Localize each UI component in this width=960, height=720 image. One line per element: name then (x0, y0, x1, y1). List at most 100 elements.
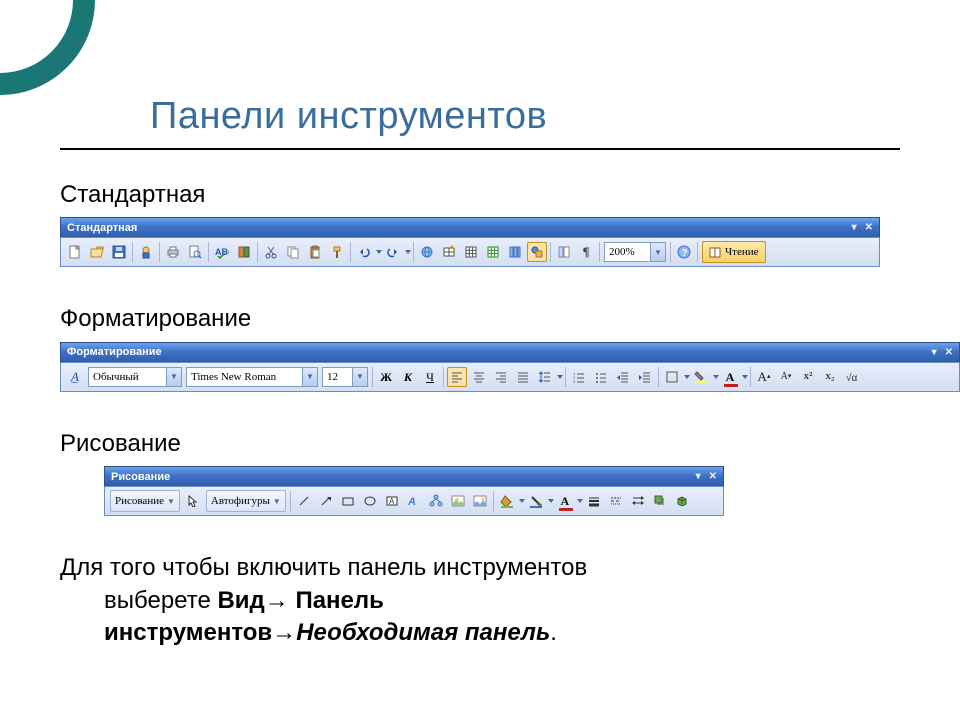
font-combo[interactable]: Times New Roman ▼ (186, 367, 318, 387)
style-value: Обычный (93, 371, 166, 383)
toolbar-options-icon[interactable]: ▾ (932, 347, 937, 358)
redo-icon[interactable] (383, 242, 403, 262)
grow-font-icon[interactable]: A▴ (754, 367, 774, 387)
change-case-icon[interactable]: √α (842, 367, 862, 387)
draw-menu-button[interactable]: Рисование ▼ (110, 490, 180, 512)
line-color-dropdown-icon[interactable] (548, 499, 554, 503)
chevron-down-icon[interactable]: ▼ (167, 497, 175, 506)
style-combo[interactable]: Обычный ▼ (88, 367, 182, 387)
fill-color-dropdown-icon[interactable] (519, 499, 525, 503)
draw-menu-label: Рисование (115, 495, 164, 507)
rectangle-tool-icon[interactable] (338, 491, 358, 511)
bold-button[interactable]: Ж (376, 367, 396, 387)
chevron-down-icon[interactable]: ▼ (302, 368, 317, 386)
drawing-toggle-icon[interactable] (527, 242, 547, 262)
toolbar-standard-titlebar[interactable]: Стандартная ▾ ✕ (60, 217, 880, 237)
chevron-down-icon[interactable]: ▼ (352, 368, 367, 386)
close-icon[interactable]: ✕ (865, 222, 873, 233)
underline-button[interactable]: Ч (420, 367, 440, 387)
instr-end: . (550, 619, 557, 646)
close-icon[interactable]: ✕ (709, 471, 717, 482)
spellcheck-icon[interactable]: ABC (212, 242, 232, 262)
hyperlink-icon[interactable] (417, 242, 437, 262)
toolbar-draw-titlebar[interactable]: Рисование ▾ ✕ (104, 466, 724, 486)
toolbar-options-icon[interactable]: ▾ (696, 471, 701, 482)
insert-table-icon[interactable] (461, 242, 481, 262)
shadow-style-icon[interactable] (650, 491, 670, 511)
new-doc-icon[interactable] (65, 242, 85, 262)
align-left-icon[interactable] (447, 367, 467, 387)
diagram-icon[interactable] (426, 491, 446, 511)
save-icon[interactable] (109, 242, 129, 262)
line-tool-icon[interactable] (294, 491, 314, 511)
tables-borders-icon[interactable] (439, 242, 459, 262)
toolbar-format-titlebar[interactable]: Форматирование ▾ ✕ (60, 342, 960, 362)
paste-icon[interactable] (305, 242, 325, 262)
align-justify-icon[interactable] (513, 367, 533, 387)
chevron-down-icon[interactable]: ▼ (273, 497, 281, 506)
styles-pane-icon[interactable]: A̲ (65, 367, 85, 387)
3d-style-icon[interactable] (672, 491, 692, 511)
svg-text:?: ? (682, 248, 688, 259)
open-icon[interactable] (87, 242, 107, 262)
font-size-combo[interactable]: 12 ▼ (322, 367, 368, 387)
autoshapes-button[interactable]: Автофигуры ▼ (206, 490, 286, 512)
columns-icon[interactable] (505, 242, 525, 262)
show-formatting-icon[interactable]: ¶ (576, 242, 596, 262)
clipart-icon[interactable] (448, 491, 468, 511)
permission-icon[interactable] (136, 242, 156, 262)
toolbar-draw-body: Рисование ▼ Автофигуры ▼ A A A (104, 486, 724, 516)
copy-icon[interactable] (283, 242, 303, 262)
research-icon[interactable] (234, 242, 254, 262)
line-color-icon[interactable] (526, 491, 546, 511)
toolbar-options-icon[interactable]: ▾ (852, 222, 857, 233)
zoom-combo[interactable]: 200% ▼ (604, 242, 666, 262)
arrow-style-icon[interactable] (628, 491, 648, 511)
oval-tool-icon[interactable] (360, 491, 380, 511)
doc-map-icon[interactable] (554, 242, 574, 262)
chevron-down-icon[interactable]: ▼ (650, 243, 665, 261)
insert-picture-icon[interactable] (470, 491, 490, 511)
redo-dropdown-icon[interactable] (405, 250, 411, 254)
undo-dropdown-icon[interactable] (376, 250, 382, 254)
undo-icon[interactable] (354, 242, 374, 262)
arrow-tool-icon[interactable] (316, 491, 336, 511)
font-color-dropdown-icon[interactable] (577, 499, 583, 503)
superscript-icon[interactable]: x² (798, 367, 818, 387)
dash-style-icon[interactable] (606, 491, 626, 511)
fill-color-icon[interactable] (497, 491, 517, 511)
borders-icon[interactable] (662, 367, 682, 387)
print-icon[interactable] (163, 242, 183, 262)
line-style-icon[interactable] (584, 491, 604, 511)
wordart-icon[interactable]: A (404, 491, 424, 511)
reading-mode-button[interactable]: Чтение (702, 241, 766, 263)
toolbar-standard-body: ABC ¶ 200% ▼ (60, 237, 880, 267)
select-objects-icon[interactable] (183, 491, 203, 511)
align-center-icon[interactable] (469, 367, 489, 387)
bullet-list-icon[interactable] (591, 367, 611, 387)
font-color-dropdown-icon[interactable] (742, 375, 748, 379)
numbered-list-icon[interactable]: 123 (569, 367, 589, 387)
line-spacing-dropdown-icon[interactable] (557, 375, 563, 379)
textbox-tool-icon[interactable]: A (382, 491, 402, 511)
highlight-icon[interactable] (691, 367, 711, 387)
borders-dropdown-icon[interactable] (684, 375, 690, 379)
instr-line3a: инструментов→ (104, 619, 296, 646)
size-value: 12 (327, 371, 352, 383)
decrease-indent-icon[interactable] (613, 367, 633, 387)
cut-icon[interactable] (261, 242, 281, 262)
subscript-icon[interactable]: x₂ (820, 367, 840, 387)
close-icon[interactable]: ✕ (945, 347, 953, 358)
shrink-font-icon[interactable]: A▾ (776, 367, 796, 387)
insert-worksheet-icon[interactable] (483, 242, 503, 262)
line-spacing-icon[interactable] (535, 367, 555, 387)
label-standard: Стандартная (60, 179, 950, 211)
highlight-dropdown-icon[interactable] (713, 375, 719, 379)
chevron-down-icon[interactable]: ▼ (166, 368, 181, 386)
increase-indent-icon[interactable] (635, 367, 655, 387)
print-preview-icon[interactable] (185, 242, 205, 262)
format-painter-icon[interactable] (327, 242, 347, 262)
help-icon[interactable]: ? (674, 242, 694, 262)
italic-button[interactable]: К (398, 367, 418, 387)
align-right-icon[interactable] (491, 367, 511, 387)
